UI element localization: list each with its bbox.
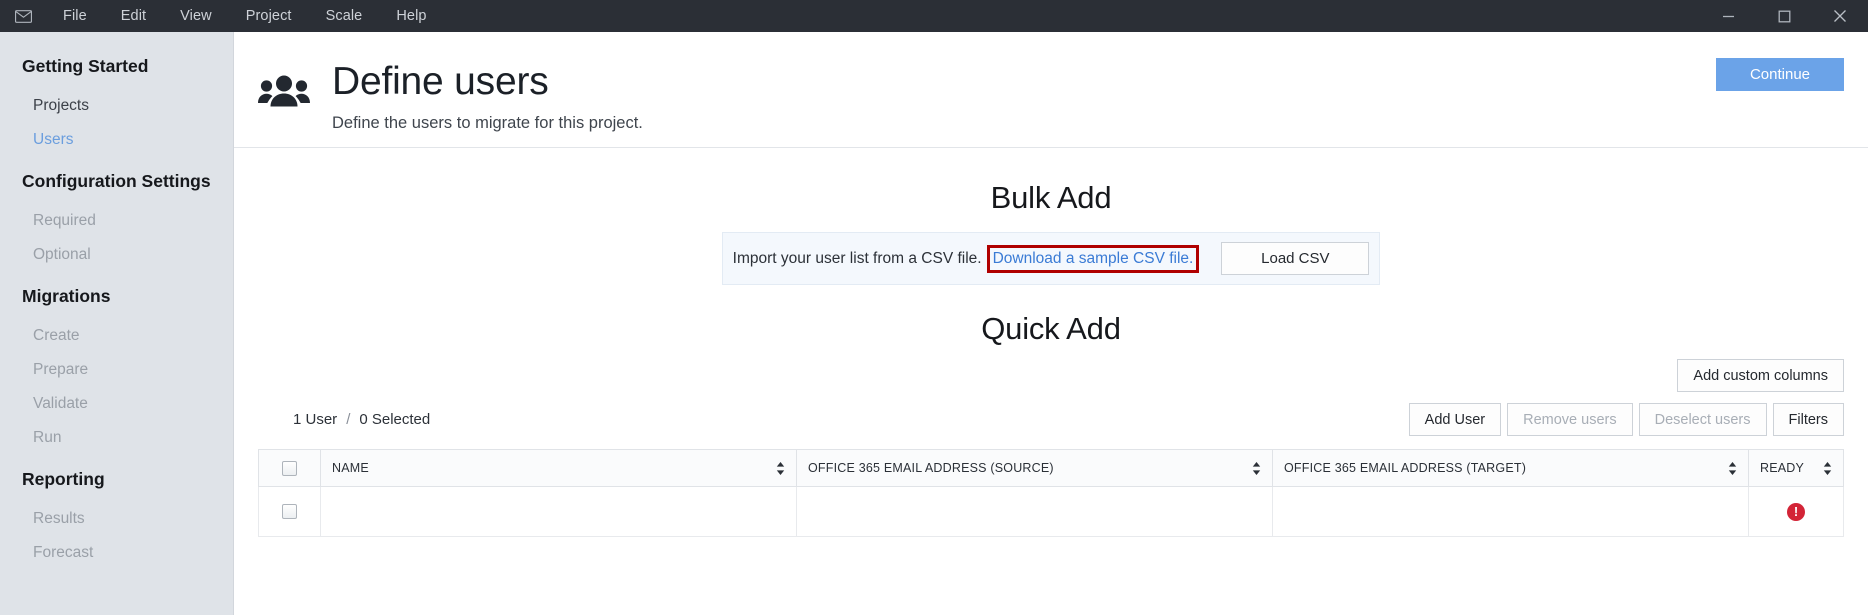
table-body: ! <box>258 486 1844 537</box>
bulk-add-title: Bulk Add <box>990 180 1112 215</box>
sidebar-group-configuration-settings: Configuration Settings <box>22 171 211 191</box>
menu-bar: File Edit View Project Scale Help <box>46 0 444 32</box>
envelope-icon <box>0 8 46 25</box>
sidebar-item-prepare[interactable]: Prepare <box>0 353 233 387</box>
sidebar-item-validate[interactable]: Validate <box>0 387 233 421</box>
column-header-ready-label: READY <box>1760 461 1805 475</box>
column-header-target-email-label: OFFICE 365 EMAIL ADDRESS (TARGET) <box>1284 461 1527 475</box>
user-count-selected: 0 Selected <box>359 411 431 428</box>
menu-item-project[interactable]: Project <box>229 0 309 32</box>
count-separator: / <box>346 411 351 428</box>
row-checkbox[interactable] <box>282 503 297 519</box>
table-header-row: NAME OFFICE 365 EMAIL ADDRESS (SOURCE) O… <box>258 449 1844 487</box>
sort-icon[interactable] <box>1728 461 1737 475</box>
page-title: Define users <box>332 60 549 103</box>
menu-item-view[interactable]: View <box>163 0 229 32</box>
remove-users-button[interactable]: Remove users <box>1507 403 1633 436</box>
sidebar-item-users[interactable]: Users <box>0 123 233 157</box>
column-header-name-label: NAME <box>332 461 369 475</box>
column-header-source-email[interactable]: OFFICE 365 EMAIL ADDRESS (SOURCE) <box>796 449 1273 487</box>
page-subtitle: Define the users to migrate for this pro… <box>332 114 643 132</box>
cell-target-email[interactable] <box>1272 486 1749 537</box>
cell-source-email[interactable] <box>796 486 1273 537</box>
load-csv-button[interactable]: Load CSV <box>1221 242 1370 275</box>
error-exclamation-icon[interactable]: ! <box>1787 502 1805 521</box>
users-table: NAME OFFICE 365 EMAIL ADDRESS (SOURCE) O… <box>258 449 1844 537</box>
sort-icon[interactable] <box>776 461 785 475</box>
sidebar-item-results[interactable]: Results <box>0 502 233 536</box>
cell-ready-status: ! <box>1748 486 1844 537</box>
sidebar-group-getting-started: Getting Started <box>22 56 149 76</box>
menu-item-scale[interactable]: Scale <box>309 0 380 32</box>
menu-item-file[interactable]: File <box>46 0 104 32</box>
sidebar: Getting Started Projects Users Configura… <box>0 32 233 615</box>
page-header: Define users Define the users to migrate… <box>234 32 1868 148</box>
sort-icon[interactable] <box>1823 461 1832 475</box>
menu-item-help[interactable]: Help <box>379 0 443 32</box>
users-table-container: NAME OFFICE 365 EMAIL ADDRESS (SOURCE) O… <box>234 449 1868 537</box>
sidebar-group-migrations: Migrations <box>22 286 111 306</box>
sidebar-item-required[interactable]: Required <box>0 204 233 238</box>
cell-name[interactable] <box>320 486 797 537</box>
main-content: Define users Define the users to migrate… <box>233 32 1868 615</box>
app-body: Getting Started Projects Users Configura… <box>0 32 1868 615</box>
sidebar-item-projects[interactable]: Projects <box>0 89 233 123</box>
title-bar: File Edit View Project Scale Help <box>0 0 1868 32</box>
maximize-icon[interactable] <box>1756 0 1812 32</box>
continue-button[interactable]: Continue <box>1716 58 1844 91</box>
table-row[interactable]: ! <box>258 486 1844 537</box>
column-header-name[interactable]: NAME <box>320 449 797 487</box>
sidebar-item-optional[interactable]: Optional <box>0 238 233 272</box>
user-count: 1 User / 0 Selected <box>293 411 430 428</box>
column-header-ready[interactable]: READY <box>1748 449 1844 487</box>
menu-item-edit[interactable]: Edit <box>104 0 163 32</box>
sort-icon[interactable] <box>1252 461 1261 475</box>
page-header-text: Define users Define the users to migrate… <box>332 62 643 133</box>
content-area: Bulk Add Import your user list from a CS… <box>234 148 1868 615</box>
add-user-button[interactable]: Add User <box>1408 403 1502 436</box>
row-select-cell <box>258 486 321 537</box>
add-custom-columns-button[interactable]: Add custom columns <box>1677 359 1844 392</box>
sidebar-group-reporting: Reporting <box>22 469 105 489</box>
column-header-source-email-label: OFFICE 365 EMAIL ADDRESS (SOURCE) <box>808 461 1054 475</box>
window-controls <box>1700 0 1868 32</box>
sidebar-item-create[interactable]: Create <box>0 319 233 353</box>
annotation-box: Download a sample CSV file. <box>986 244 1200 273</box>
quick-add-toolbar-top: Add custom columns <box>234 359 1868 392</box>
select-all-checkbox[interactable] <box>282 460 297 476</box>
select-all-header <box>258 449 321 487</box>
table-head: NAME OFFICE 365 EMAIL ADDRESS (SOURCE) O… <box>258 449 1844 487</box>
quick-add-title: Quick Add <box>981 311 1121 346</box>
download-sample-csv-link[interactable]: Download a sample CSV file. <box>993 250 1194 268</box>
sidebar-item-forecast[interactable]: Forecast <box>0 536 233 570</box>
sidebar-item-run[interactable]: Run <box>0 421 233 455</box>
deselect-users-button[interactable]: Deselect users <box>1638 403 1767 436</box>
minimize-icon[interactable] <box>1700 0 1756 32</box>
bulk-add-description: Import your user list from a CSV file. <box>732 249 982 267</box>
user-count-total: 1 User <box>293 411 338 428</box>
users-group-icon <box>258 72 316 112</box>
filters-button[interactable]: Filters <box>1772 403 1844 436</box>
column-header-target-email[interactable]: OFFICE 365 EMAIL ADDRESS (TARGET) <box>1272 449 1749 487</box>
application-window: File Edit View Project Scale Help Gettin… <box>0 0 1868 615</box>
close-icon[interactable] <box>1812 0 1868 32</box>
bulk-add-panel: Import your user list from a CSV file. D… <box>722 232 1380 285</box>
quick-add-toolbar: 1 User/0 Selected Add User Remove users … <box>234 403 1868 436</box>
